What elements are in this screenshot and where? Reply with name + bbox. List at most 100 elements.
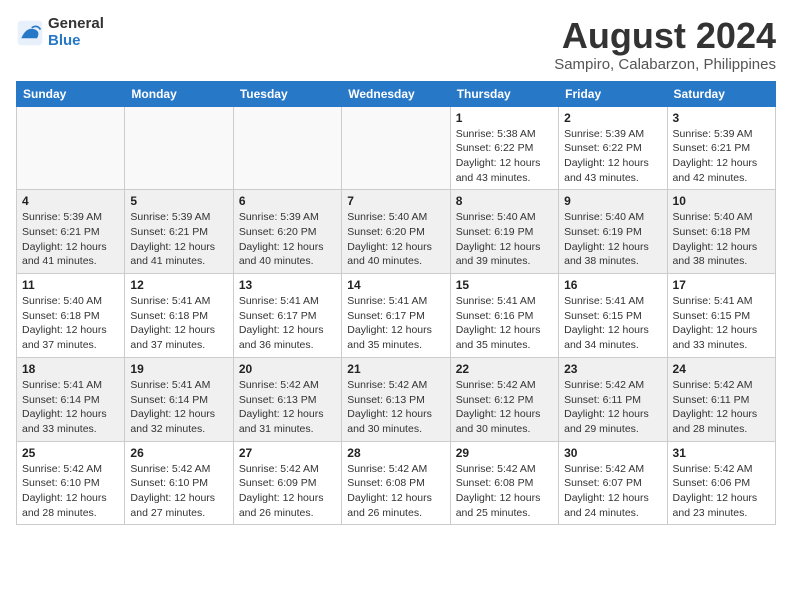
day-info-30: Sunrise: 5:42 AM Sunset: 6:07 PM Dayligh…: [564, 462, 661, 521]
weekday-header-tuesday: Tuesday: [233, 81, 341, 106]
day-info-18: Sunrise: 5:41 AM Sunset: 6:14 PM Dayligh…: [22, 378, 119, 437]
empty-cell-w1-d3: [342, 106, 450, 190]
day-number-19: 19: [130, 362, 227, 376]
empty-cell-w1-d0: [17, 106, 125, 190]
week-row-4: 18 Sunrise: 5:41 AM Sunset: 6:14 PM Dayli…: [17, 357, 776, 441]
day-info-13: Sunrise: 5:41 AM Sunset: 6:17 PM Dayligh…: [239, 294, 336, 353]
day-number-17: 17: [673, 278, 770, 292]
day-info-11: Sunrise: 5:40 AM Sunset: 6:18 PM Dayligh…: [22, 294, 119, 353]
day-number-4: 4: [22, 194, 119, 208]
day-cell-11: 11 Sunrise: 5:40 AM Sunset: 6:18 PM Dayli…: [17, 274, 125, 358]
day-number-15: 15: [456, 278, 553, 292]
day-number-18: 18: [22, 362, 119, 376]
day-cell-17: 17 Sunrise: 5:41 AM Sunset: 6:15 PM Dayli…: [667, 274, 775, 358]
day-info-14: Sunrise: 5:41 AM Sunset: 6:17 PM Dayligh…: [347, 294, 444, 353]
day-number-10: 10: [673, 194, 770, 208]
day-info-17: Sunrise: 5:41 AM Sunset: 6:15 PM Dayligh…: [673, 294, 770, 353]
day-cell-12: 12 Sunrise: 5:41 AM Sunset: 6:18 PM Dayli…: [125, 274, 233, 358]
day-number-13: 13: [239, 278, 336, 292]
day-number-11: 11: [22, 278, 119, 292]
logo: General Blue: [16, 16, 104, 49]
day-cell-19: 19 Sunrise: 5:41 AM Sunset: 6:14 PM Dayli…: [125, 357, 233, 441]
day-cell-1: 1 Sunrise: 5:38 AM Sunset: 6:22 PM Daylig…: [450, 106, 558, 190]
day-info-7: Sunrise: 5:40 AM Sunset: 6:20 PM Dayligh…: [347, 210, 444, 269]
day-number-12: 12: [130, 278, 227, 292]
day-cell-6: 6 Sunrise: 5:39 AM Sunset: 6:20 PM Daylig…: [233, 190, 341, 274]
day-info-21: Sunrise: 5:42 AM Sunset: 6:13 PM Dayligh…: [347, 378, 444, 437]
day-cell-15: 15 Sunrise: 5:41 AM Sunset: 6:16 PM Dayli…: [450, 274, 558, 358]
day-info-8: Sunrise: 5:40 AM Sunset: 6:19 PM Dayligh…: [456, 210, 553, 269]
day-cell-20: 20 Sunrise: 5:42 AM Sunset: 6:13 PM Dayli…: [233, 357, 341, 441]
logo-text: General Blue: [48, 16, 104, 49]
day-info-20: Sunrise: 5:42 AM Sunset: 6:13 PM Dayligh…: [239, 378, 336, 437]
day-number-1: 1: [456, 111, 553, 125]
header: General Blue August 2024 Sampiro, Calaba…: [16, 16, 776, 73]
day-number-23: 23: [564, 362, 661, 376]
day-info-3: Sunrise: 5:39 AM Sunset: 6:21 PM Dayligh…: [673, 127, 770, 186]
day-cell-5: 5Sunrise: 5:39 AM Sunset: 6:21 PM Daylig…: [125, 190, 233, 274]
day-info-23: Sunrise: 5:42 AM Sunset: 6:11 PM Dayligh…: [564, 378, 661, 437]
day-cell-10: 10 Sunrise: 5:40 AM Sunset: 6:18 PM Dayli…: [667, 190, 775, 274]
calendar: SundayMondayTuesdayWednesdayThursdayFrid…: [16, 81, 776, 526]
day-number-16: 16: [564, 278, 661, 292]
day-info-31: Sunrise: 5:42 AM Sunset: 6:06 PM Dayligh…: [673, 462, 770, 521]
day-info-12: Sunrise: 5:41 AM Sunset: 6:18 PM Dayligh…: [130, 294, 227, 353]
day-cell-18: 18 Sunrise: 5:41 AM Sunset: 6:14 PM Dayli…: [17, 357, 125, 441]
day-info-9: Sunrise: 5:40 AM Sunset: 6:19 PM Dayligh…: [564, 210, 661, 269]
day-info-29: Sunrise: 5:42 AM Sunset: 6:08 PM Dayligh…: [456, 462, 553, 521]
day-number-30: 30: [564, 446, 661, 460]
day-cell-13: 13 Sunrise: 5:41 AM Sunset: 6:17 PM Dayli…: [233, 274, 341, 358]
day-info-26: Sunrise: 5:42 AM Sunset: 6:10 PM Dayligh…: [130, 462, 227, 521]
day-cell-21: 21Sunrise: 5:42 AM Sunset: 6:13 PM Dayli…: [342, 357, 450, 441]
day-info-2: Sunrise: 5:39 AM Sunset: 6:22 PM Dayligh…: [564, 127, 661, 186]
day-info-1: Sunrise: 5:38 AM Sunset: 6:22 PM Dayligh…: [456, 127, 553, 186]
day-cell-8: 8 Sunrise: 5:40 AM Sunset: 6:19 PM Daylig…: [450, 190, 558, 274]
day-cell-14: 14 Sunrise: 5:41 AM Sunset: 6:17 PM Dayli…: [342, 274, 450, 358]
day-cell-31: 31Sunrise: 5:42 AM Sunset: 6:06 PM Dayli…: [667, 441, 775, 525]
day-info-25: Sunrise: 5:42 AM Sunset: 6:10 PM Dayligh…: [22, 462, 119, 521]
day-number-2: 2: [564, 111, 661, 125]
month-year: August 2024: [554, 16, 776, 56]
day-number-8: 8: [456, 194, 553, 208]
day-number-9: 9: [564, 194, 661, 208]
week-row-5: 25 Sunrise: 5:42 AM Sunset: 6:10 PM Dayli…: [17, 441, 776, 525]
day-info-6: Sunrise: 5:39 AM Sunset: 6:20 PM Dayligh…: [239, 210, 336, 269]
day-number-6: 6: [239, 194, 336, 208]
weekday-header-wednesday: Wednesday: [342, 81, 450, 106]
week-row-1: 1 Sunrise: 5:38 AM Sunset: 6:22 PM Daylig…: [17, 106, 776, 190]
week-row-2: 4 Sunrise: 5:39 AM Sunset: 6:21 PM Daylig…: [17, 190, 776, 274]
day-cell-16: 16 Sunrise: 5:41 AM Sunset: 6:15 PM Dayli…: [559, 274, 667, 358]
empty-cell-w1-d2: [233, 106, 341, 190]
day-info-4: Sunrise: 5:39 AM Sunset: 6:21 PM Dayligh…: [22, 210, 119, 269]
day-number-14: 14: [347, 278, 444, 292]
day-number-22: 22: [456, 362, 553, 376]
location: Sampiro, Calabarzon, Philippines: [554, 56, 776, 73]
day-number-5: 5: [130, 194, 227, 208]
weekday-header-friday: Friday: [559, 81, 667, 106]
day-cell-23: 23 Sunrise: 5:42 AM Sunset: 6:11 PM Dayli…: [559, 357, 667, 441]
day-number-20: 20: [239, 362, 336, 376]
day-info-10: Sunrise: 5:40 AM Sunset: 6:18 PM Dayligh…: [673, 210, 770, 269]
day-number-24: 24: [673, 362, 770, 376]
day-number-26: 26: [130, 446, 227, 460]
day-cell-7: 7 Sunrise: 5:40 AM Sunset: 6:20 PM Daylig…: [342, 190, 450, 274]
day-info-27: Sunrise: 5:42 AM Sunset: 6:09 PM Dayligh…: [239, 462, 336, 521]
weekday-header-sunday: Sunday: [17, 81, 125, 106]
day-cell-3: 3 Sunrise: 5:39 AM Sunset: 6:21 PM Daylig…: [667, 106, 775, 190]
day-cell-26: 26 Sunrise: 5:42 AM Sunset: 6:10 PM Dayli…: [125, 441, 233, 525]
day-cell-22: 22Sunrise: 5:42 AM Sunset: 6:12 PM Dayli…: [450, 357, 558, 441]
weekday-header-row: SundayMondayTuesdayWednesdayThursdayFrid…: [17, 81, 776, 106]
empty-cell-w1-d1: [125, 106, 233, 190]
day-cell-4: 4 Sunrise: 5:39 AM Sunset: 6:21 PM Daylig…: [17, 190, 125, 274]
day-info-15: Sunrise: 5:41 AM Sunset: 6:16 PM Dayligh…: [456, 294, 553, 353]
title-block: August 2024 Sampiro, Calabarzon, Philipp…: [554, 16, 776, 73]
day-cell-28: 28Sunrise: 5:42 AM Sunset: 6:08 PM Dayli…: [342, 441, 450, 525]
day-number-7: 7: [347, 194, 444, 208]
day-info-19: Sunrise: 5:41 AM Sunset: 6:14 PM Dayligh…: [130, 378, 227, 437]
day-info-24: Sunrise: 5:42 AM Sunset: 6:11 PM Dayligh…: [673, 378, 770, 437]
day-info-16: Sunrise: 5:41 AM Sunset: 6:15 PM Dayligh…: [564, 294, 661, 353]
day-number-25: 25: [22, 446, 119, 460]
day-number-3: 3: [673, 111, 770, 125]
week-row-3: 11 Sunrise: 5:40 AM Sunset: 6:18 PM Dayli…: [17, 274, 776, 358]
day-cell-2: 2 Sunrise: 5:39 AM Sunset: 6:22 PM Daylig…: [559, 106, 667, 190]
